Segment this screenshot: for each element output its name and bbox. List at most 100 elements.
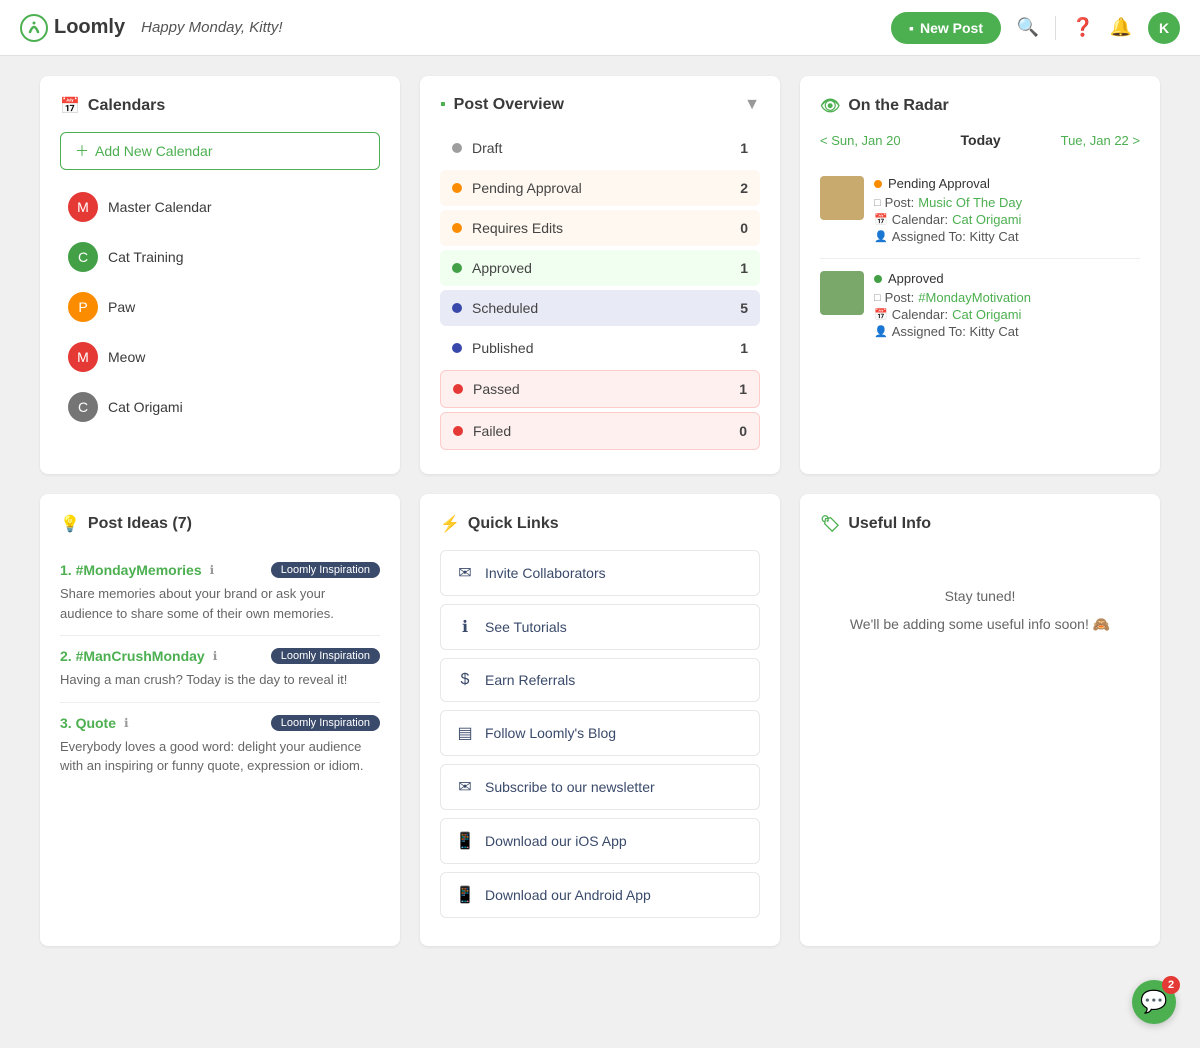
person-icon-sm: 👤 [874,325,888,338]
radar-post-link-0[interactable]: Music Of The Day [918,195,1022,210]
filter-icon[interactable]: ▼ [744,96,760,114]
info-icon-2[interactable]: ℹ [213,649,218,663]
cal-icon-paw: P [68,292,98,322]
idea-title-1[interactable]: 1. #MondayMemories [60,562,202,578]
post-idea-item-1: 1. #MondayMemories ℹ Loomly Inspiration … [60,550,380,636]
post-idea-item-3: 3. Quote ℹ Loomly Inspiration Everybody … [60,703,380,788]
quick-link-invite[interactable]: ✉ Invite Collaborators [440,550,760,596]
idea-header-2: 2. #ManCrushMonday ℹ Loomly Inspiration [60,648,380,664]
idea-desc-2: Having a man crush? Today is the day to … [60,670,380,690]
radar-content-0: Pending Approval □ Post: Music Of The Da… [874,176,1140,246]
info-icon-1[interactable]: ℹ [210,563,215,577]
cal-label-master: Master Calendar [108,199,212,215]
po-label: Scheduled [472,300,740,316]
calendar-icon-sm: 📅 [874,213,888,226]
quick-link-ios[interactable]: 📱 Download our iOS App [440,818,760,864]
quick-link-tutorials[interactable]: ℹ See Tutorials [440,604,760,650]
tag-icon: 🏷 [820,514,840,534]
idea-desc-1: Share memories about your brand or ask y… [60,584,380,623]
ql-icon-android: 📱 [455,885,475,905]
sidebar-item-paw[interactable]: P Paw [60,282,380,332]
idea-desc-3: Everybody loves a good word: delight you… [60,737,380,776]
quick-link-android[interactable]: 📱 Download our Android App [440,872,760,918]
po-row-requires-edits[interactable]: Requires Edits 0 [440,210,760,246]
radar-items: Pending Approval □ Post: Music Of The Da… [820,164,1140,353]
sidebar-item-cat-training[interactable]: C Cat Training [60,232,380,282]
post-overview-card: ▪ Post Overview ▼ Draft 1 Pending Approv… [420,76,780,474]
po-row-published[interactable]: Published 1 [440,330,760,366]
po-count: 2 [740,180,748,196]
quick-link-blog[interactable]: ▤ Follow Loomly's Blog [440,710,760,756]
radar-assigned-0: 👤 Assigned To: Kitty Cat [874,229,1140,244]
notifications-icon[interactable]: 🔔 [1110,17,1132,39]
header-actions: ▪ New Post 🔍 ❓ 🔔 K [891,12,1180,44]
post-ideas-title: 💡 Post Ideas (7) [60,514,380,534]
new-post-button[interactable]: ▪ New Post [891,12,1001,44]
po-row-approved[interactable]: Approved 1 [440,250,760,286]
ql-icon-newsletter: ✉ [455,777,475,797]
ql-icon-tutorials: ℹ [455,617,475,637]
sidebar-item-cat-origami[interactable]: C Cat Origami [60,382,380,432]
ql-label-newsletter: Subscribe to our newsletter [485,779,655,795]
po-label: Passed [473,381,739,397]
idea-title-3[interactable]: 3. Quote [60,715,116,731]
chat-bubble[interactable]: 💬 2 [1132,980,1176,1024]
ql-icon-invite: ✉ [455,563,475,583]
loomly-badge-1: Loomly Inspiration [271,562,380,578]
radar-prev-button[interactable]: < Sun, Jan 20 [820,133,901,148]
cal-icon-cat-origami: C [68,392,98,422]
po-row-passed[interactable]: Passed 1 [440,370,760,408]
po-count: 5 [740,300,748,316]
po-row-scheduled[interactable]: Scheduled 5 [440,290,760,326]
radar-calendar-link-1[interactable]: Cat Origami [952,307,1021,322]
po-row-pending-approval[interactable]: Pending Approval 2 [440,170,760,206]
post-overview-title: ▪ Post Overview ▼ [440,96,760,114]
useful-info-line2: We'll be adding some useful info soon! 🙈 [850,610,1110,638]
sidebar-item-meow[interactable]: M Meow [60,332,380,382]
po-label: Failed [473,423,739,439]
radar-next-button[interactable]: Tue, Jan 22 > [1061,133,1140,148]
quick-link-referrals[interactable]: $ Earn Referrals [440,658,760,702]
quick-links-card: ⚡ Quick Links ✉ Invite Collaborators ℹ S… [420,494,780,946]
calendar-list: M Master Calendar C Cat Training P Paw M… [60,182,380,432]
radar-post-line-0: □ Post: Music Of The Day [874,195,1140,210]
po-label: Approved [472,260,740,276]
po-row-failed[interactable]: Failed 0 [440,412,760,450]
useful-info-line1: Stay tuned! [945,582,1016,610]
info-icon-3[interactable]: ℹ [124,716,129,730]
radar-thumb-0 [820,176,864,220]
useful-info-body: Stay tuned! We'll be adding some useful … [820,550,1140,670]
main-grid: 📅 Calendars ＋ Add New Calendar M Master … [20,56,1180,966]
ql-label-ios: Download our iOS App [485,833,627,849]
sidebar-item-master[interactable]: M Master Calendar [60,182,380,232]
po-label: Requires Edits [472,220,740,236]
ql-label-android: Download our Android App [485,887,651,903]
useful-info-title: 🏷 Useful Info [820,514,1140,534]
idea-title-2[interactable]: 2. #ManCrushMonday [60,648,205,664]
ql-icon-ios: 📱 [455,831,475,851]
radar-status-dot-1 [874,275,882,283]
radar-post-link-1[interactable]: #MondayMotivation [918,290,1031,305]
idea-header-3: 3. Quote ℹ Loomly Inspiration [60,715,380,731]
lightning-icon: ⚡ [440,514,460,534]
post-overview-rows: Draft 1 Pending Approval 2 Requires Edit… [440,130,760,450]
quick-links-title: ⚡ Quick Links [440,514,760,534]
radar-calendar-link-0[interactable]: Cat Origami [952,212,1021,227]
po-count: 1 [740,140,748,156]
po-row-draft[interactable]: Draft 1 [440,130,760,166]
po-dot [453,384,463,394]
po-count: 1 [740,260,748,276]
logo: Loomly [20,14,125,42]
idea-header-1: 1. #MondayMemories ℹ Loomly Inspiration [60,562,380,578]
search-icon[interactable]: 🔍 [1017,17,1039,39]
radar-status-label-1: Approved [888,271,944,286]
po-count: 1 [740,340,748,356]
quick-link-newsletter[interactable]: ✉ Subscribe to our newsletter [440,764,760,810]
po-dot [452,143,462,153]
idea-list: 1. #MondayMemories ℹ Loomly Inspiration … [60,550,380,788]
avatar[interactable]: K [1148,12,1180,44]
cal-icon-meow: M [68,342,98,372]
add-calendar-button[interactable]: ＋ Add New Calendar [60,132,380,170]
radar-nav: < Sun, Jan 20 Today Tue, Jan 22 > [820,132,1140,148]
help-icon[interactable]: ❓ [1072,17,1094,39]
